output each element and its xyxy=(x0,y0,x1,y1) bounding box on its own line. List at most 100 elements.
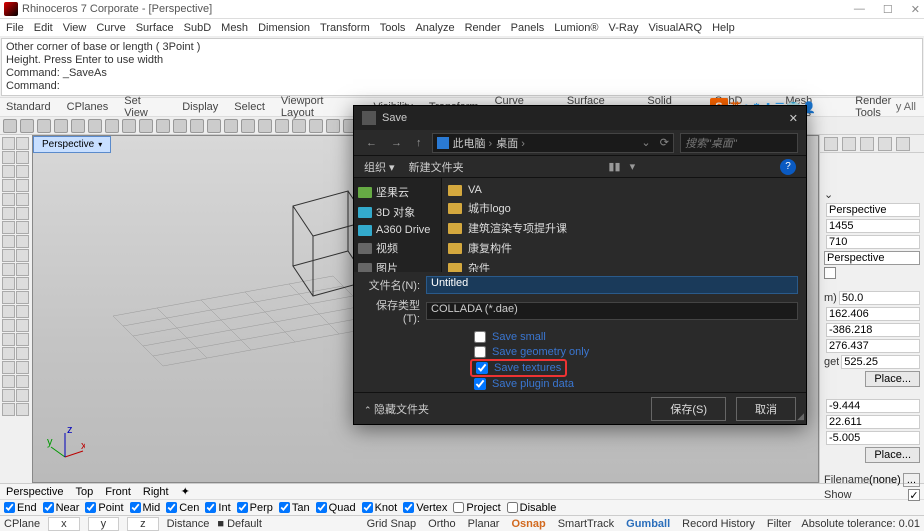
file-item[interactable]: 建筑渲染专项提升课 xyxy=(448,218,800,238)
osnap-tan[interactable]: Tan xyxy=(279,502,310,514)
tool-btn[interactable] xyxy=(16,291,29,304)
tool-btn[interactable] xyxy=(2,137,15,150)
tool-icon[interactable] xyxy=(20,119,34,133)
osnap-end[interactable]: End xyxy=(4,502,37,514)
prop-projection[interactable]: Perspective xyxy=(824,251,920,265)
toggle-smarttrack[interactable]: SmartTrack xyxy=(556,518,616,530)
toggle-gumball[interactable]: Gumball xyxy=(624,518,672,530)
osnap-disable[interactable]: Disable xyxy=(507,502,557,514)
tool-icon[interactable] xyxy=(207,119,221,133)
tool-btn[interactable] xyxy=(2,333,15,346)
tool-icon[interactable] xyxy=(3,119,17,133)
newfolder-button[interactable]: 新建文件夹 xyxy=(409,159,464,175)
file-item[interactable]: 杂件 xyxy=(448,258,800,272)
tool-btn[interactable] xyxy=(2,263,15,276)
tree-node[interactable]: 3D 对象 xyxy=(356,202,439,222)
menu-analyze[interactable]: Analyze xyxy=(415,22,454,34)
tool-icon[interactable] xyxy=(139,119,153,133)
prop-val[interactable]: 22.611 xyxy=(826,415,920,429)
tool-icon[interactable] xyxy=(173,119,187,133)
tool-icon[interactable] xyxy=(309,119,323,133)
toggle-osnap[interactable]: Osnap xyxy=(509,518,547,530)
menu-curve[interactable]: Curve xyxy=(96,22,125,34)
panel-icon[interactable] xyxy=(824,137,838,151)
tool-icon[interactable] xyxy=(122,119,136,133)
menu-vray[interactable]: V-Ray xyxy=(608,22,638,34)
tab-select[interactable]: Select xyxy=(234,101,265,113)
osnap-near[interactable]: Near xyxy=(43,502,80,514)
tool-btn[interactable] xyxy=(16,221,29,234)
prop-checkbox[interactable] xyxy=(824,267,836,279)
tool-btn[interactable] xyxy=(16,375,29,388)
hide-folders-toggle[interactable]: 隐藏文件夹 xyxy=(364,401,429,417)
tree-node[interactable]: 坚果云 xyxy=(356,182,439,202)
tool-btn[interactable] xyxy=(16,277,29,290)
prop-val[interactable]: -5.005 xyxy=(826,431,920,445)
tool-btn[interactable] xyxy=(2,235,15,248)
prop-val[interactable]: -386.218 xyxy=(826,323,920,337)
cancel-button[interactable]: 取消 xyxy=(736,397,796,421)
tool-btn[interactable] xyxy=(2,389,15,402)
tool-btn[interactable] xyxy=(2,319,15,332)
save-option[interactable]: Save small xyxy=(474,331,798,343)
menu-panels[interactable]: Panels xyxy=(511,22,545,34)
tool-btn[interactable] xyxy=(16,263,29,276)
osnap-vertex[interactable]: Vertex xyxy=(403,502,447,514)
prop-val[interactable]: -9.444 xyxy=(826,399,920,413)
panel-icon[interactable] xyxy=(878,137,892,151)
organize-button[interactable]: 组织 ▾ xyxy=(364,159,395,175)
tool-btn[interactable] xyxy=(16,305,29,318)
nav-back[interactable]: ← xyxy=(362,137,381,149)
tab-cplanes[interactable]: CPlanes xyxy=(67,101,109,113)
toggle-filter[interactable]: Filter xyxy=(765,518,793,530)
tool-btn[interactable] xyxy=(2,221,15,234)
search-input[interactable]: 搜索"桌面" xyxy=(680,133,798,153)
tool-btn[interactable] xyxy=(2,151,15,164)
nav-forward[interactable]: → xyxy=(387,137,406,149)
tool-btn[interactable] xyxy=(16,333,29,346)
tool-icon[interactable] xyxy=(37,119,51,133)
tab-display[interactable]: Display xyxy=(182,101,218,113)
toggle-planar[interactable]: Planar xyxy=(466,518,502,530)
tool-icon[interactable] xyxy=(54,119,68,133)
tool-btn[interactable] xyxy=(16,235,29,248)
tool-icon[interactable] xyxy=(105,119,119,133)
tool-btn[interactable] xyxy=(2,277,15,290)
tool-btn[interactable] xyxy=(2,193,15,206)
tool-icon[interactable] xyxy=(326,119,340,133)
osnap-project[interactable]: Project xyxy=(453,502,500,514)
tool-icon[interactable] xyxy=(190,119,204,133)
tool-btn[interactable] xyxy=(2,361,15,374)
menu-view[interactable]: View xyxy=(63,22,87,34)
tool-btn[interactable] xyxy=(2,249,15,262)
tab-setview[interactable]: Set View xyxy=(124,95,166,119)
file-item[interactable]: 城市logo xyxy=(448,198,800,218)
dialog-close-button[interactable]: ✕ xyxy=(789,112,798,125)
prop-val[interactable]: 525.25 xyxy=(841,355,920,369)
osnap-mid[interactable]: Mid xyxy=(130,502,161,514)
help-button[interactable]: ? xyxy=(780,159,796,175)
toggle-ortho[interactable]: Ortho xyxy=(426,518,458,530)
file-item[interactable]: 康复构件 xyxy=(448,238,800,258)
tool-btn[interactable] xyxy=(16,361,29,374)
tool-btn[interactable] xyxy=(16,319,29,332)
loc-seg[interactable]: 桌面 xyxy=(496,135,525,151)
tool-btn[interactable] xyxy=(2,207,15,220)
menu-subd[interactable]: SubD xyxy=(184,22,212,34)
tool-btn[interactable] xyxy=(16,347,29,360)
tree-node[interactable]: A360 Drive xyxy=(356,222,439,238)
tool-btn[interactable] xyxy=(16,165,29,178)
tool-icon[interactable] xyxy=(275,119,289,133)
browse-button[interactable]: ... xyxy=(903,473,920,487)
tool-btn[interactable] xyxy=(16,193,29,206)
save-option[interactable]: Save textures xyxy=(474,361,798,375)
panel-icon[interactable] xyxy=(842,137,856,151)
place-button[interactable]: Place... xyxy=(865,371,920,387)
resize-grip[interactable]: ◢ xyxy=(797,411,804,422)
save-option[interactable]: Save plugin data xyxy=(474,378,798,390)
vtab-front[interactable]: Front xyxy=(105,486,131,498)
vtab-right[interactable]: Right xyxy=(143,486,169,498)
tool-icon[interactable] xyxy=(241,119,255,133)
command-area[interactable]: Other corner of base or length ( 3Point … xyxy=(1,38,923,96)
file-list[interactable]: VA城市logo建筑渲染专项提升课康复构件杂件 xyxy=(442,178,806,272)
